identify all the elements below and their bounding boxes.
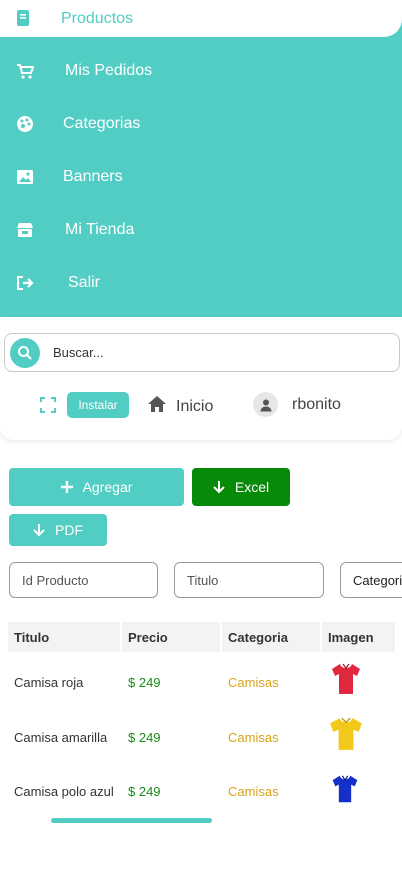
cell-category: Camisas xyxy=(228,783,279,799)
cell-title: Camisa polo azul xyxy=(14,783,114,799)
column-header-precio[interactable]: Precio xyxy=(122,622,220,652)
arrow-down-icon xyxy=(33,523,45,537)
image-icon xyxy=(16,168,34,186)
nav-item-label: Productos xyxy=(61,10,134,27)
yellow-shirt-icon xyxy=(330,717,362,750)
nav-item-label: Salir xyxy=(68,274,101,291)
search-icon[interactable] xyxy=(10,338,40,368)
excel-export-button[interactable]: Excel xyxy=(192,468,290,506)
category-filter-select[interactable]: Categoria xyxy=(340,562,402,598)
plus-icon xyxy=(60,481,73,493)
user-avatar-icon xyxy=(253,392,278,417)
column-header-titulo[interactable]: Titulo xyxy=(8,622,120,652)
pdf-export-button[interactable]: PDF xyxy=(9,514,107,546)
content-area xyxy=(0,450,402,869)
add-button[interactable]: Agregar xyxy=(9,468,184,506)
add-button-label: Agregar xyxy=(82,479,133,495)
blue-shirt-icon xyxy=(332,775,358,803)
nav-item-banners[interactable]: Banners xyxy=(0,157,402,197)
palette-icon xyxy=(16,115,34,133)
side-menu: Productos Mis Pedidos Categorias Banners… xyxy=(0,0,402,317)
search-bar xyxy=(4,333,400,372)
cell-price: $ 249 xyxy=(128,674,161,690)
title-filter[interactable] xyxy=(174,562,324,598)
cell-price: $ 249 xyxy=(128,729,161,745)
nav-item-productos[interactable]: Productos xyxy=(0,0,402,37)
nav-item-label: Banners xyxy=(63,168,123,185)
nav-item-mis-pedidos[interactable]: Mis Pedidos xyxy=(0,51,402,91)
book-icon xyxy=(15,9,31,32)
column-header-categoria[interactable]: Categoria xyxy=(222,622,320,652)
nav-item-mi-tienda[interactable]: Mi Tienda xyxy=(0,210,402,250)
fullscreen-icon[interactable] xyxy=(40,397,56,413)
nav-item-salir[interactable]: Salir xyxy=(0,263,402,303)
nav-item-label: Categorias xyxy=(63,115,141,132)
cart-icon xyxy=(16,62,34,80)
column-header-imagen: Imagen xyxy=(322,622,395,652)
username: rbonito xyxy=(292,395,341,413)
cell-title: Camisa amarilla xyxy=(14,729,108,745)
nav-item-categorias[interactable]: Categorias xyxy=(0,104,402,144)
logout-icon xyxy=(16,274,34,292)
install-button[interactable]: Instalar xyxy=(67,392,129,418)
horizontal-scrollbar[interactable] xyxy=(51,818,212,823)
store-icon xyxy=(16,221,34,239)
home-link[interactable]: Inicio xyxy=(147,395,213,418)
cell-category: Camisas xyxy=(228,674,279,690)
arrow-down-icon xyxy=(213,480,225,494)
excel-button-label: Excel xyxy=(234,479,270,495)
cell-title: Camisa roja xyxy=(14,674,84,690)
nav-item-label: Mis Pedidos xyxy=(65,62,153,79)
search-input[interactable] xyxy=(53,334,383,371)
cell-category: Camisas xyxy=(228,729,279,745)
cell-price: $ 249 xyxy=(128,783,161,799)
pdf-button-label: PDF xyxy=(55,522,83,538)
home-icon xyxy=(147,395,167,418)
user-menu[interactable]: rbonito xyxy=(253,392,341,417)
red-shirt-icon xyxy=(332,663,360,694)
nav-item-label: Mi Tienda xyxy=(65,221,135,238)
home-label: Inicio xyxy=(176,397,214,415)
id-product-filter[interactable] xyxy=(9,562,158,598)
